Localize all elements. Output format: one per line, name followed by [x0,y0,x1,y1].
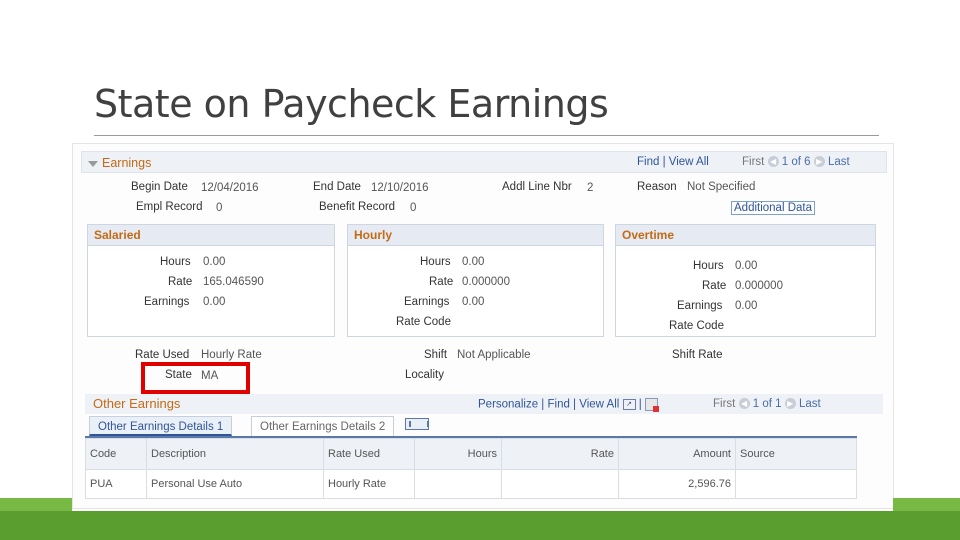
overtime-earnings-value: 0.00 [735,300,758,312]
hourly-rate-value: 0.000000 [462,276,510,288]
footer-bar [0,511,960,540]
salaried-hours-value: 0.00 [203,256,226,268]
hourly-rate-label: Rate [429,276,454,288]
additional-data-button[interactable]: Additional Data [731,201,815,215]
first-link[interactable]: First [742,156,764,168]
next-icon[interactable]: ▶ [813,156,825,168]
empl-record-value: 0 [216,202,223,214]
show-all-columns-icon[interactable] [405,418,429,430]
other-earnings-grid: Code Description Rate Used Hours Rate Am… [85,438,857,499]
overtime-hours-label: Hours [693,260,724,272]
overtime-rate-code-label: Rate Code [669,320,724,332]
begin-date-label: Begin Date [131,181,188,193]
hourly-earnings-label: Earnings [404,296,450,308]
zoom-icon[interactable]: ↗ [622,399,636,410]
cell-code[interactable]: PUA [85,469,147,499]
other-earnings-header: Other Earnings [93,396,181,411]
screenshot-panel: Earnings Find | View All First ◀ 1 of 6 … [72,143,894,509]
oe-previous-icon[interactable]: ◀ [738,398,750,410]
salaried-rate-value: 165.046590 [203,276,264,288]
salaried-rate-label: Rate [168,276,193,288]
overtime-rate-value: 0.000000 [735,280,783,292]
salaried-hours-label: Hours [160,256,191,268]
oe-row-counter: 1 of 1 [752,398,782,410]
shift-rate-label: Shift Rate [672,349,723,361]
salaried-group: Salaried Hours 0.00 Rate 165.046590 Earn… [87,224,335,337]
hourly-hours-label: Hours [420,256,451,268]
salaried-earnings-label: Earnings [144,296,190,308]
oe-first-link[interactable]: First [713,398,735,410]
cell-amount: 2,596.76 [618,469,736,499]
oe-last-link[interactable]: Last [799,398,821,410]
title-rule [94,135,879,136]
col-amount[interactable]: Amount [618,438,736,470]
overtime-earnings-label: Earnings [677,300,723,312]
row-counter: 1 of 6 [781,156,811,168]
earnings-header: Earnings [102,156,152,170]
other-earnings-header-bar: Other Earnings Personalize | Find | View… [85,394,883,414]
hourly-group: Hourly Hours 0.00 Rate 0.000000 Earnings… [347,224,604,337]
rate-used-value: Hourly Rate [201,349,262,361]
reason-value: Not Specified [687,181,756,193]
begin-date-value: 12/04/2016 [201,182,259,194]
col-hours[interactable]: Hours [414,438,502,470]
download-icon[interactable] [644,398,659,412]
footer-accent-left [0,498,72,511]
table-row: PUA Personal Use Auto Hourly Rate 2,596.… [85,469,857,499]
salaried-header: Salaried [88,225,334,246]
addl-line-label: Addl Line Nbr [502,181,572,193]
col-rate[interactable]: Rate [501,438,619,470]
overtime-group: Overtime Hours 0.00 Rate 0.000000 Earnin… [615,224,876,337]
reason-label: Reason [637,181,677,193]
salaried-earnings-value: 0.00 [203,296,226,308]
state-highlight-box [141,362,250,394]
oe-next-icon[interactable]: ▶ [784,398,796,410]
cell-hours [414,469,502,499]
hourly-earnings-value: 0.00 [462,296,485,308]
overtime-rate-label: Rate [702,280,727,292]
shift-value: Not Applicable [457,349,531,361]
hourly-hours-value: 0.00 [462,256,485,268]
oe-find-link[interactable]: Find [547,399,569,411]
shift-label: Shift [424,349,448,361]
hourly-rate-code-label: Rate Code [396,316,451,328]
cell-rate-used: Hourly Rate [323,469,415,499]
find-link[interactable]: Find [637,156,659,168]
tab-other-earnings-details-2[interactable]: Other Earnings Details 2 [251,416,395,436]
footer-accent-right [893,498,960,511]
overtime-hours-value: 0.00 [735,260,758,272]
empl-record-label: Empl Record [136,201,203,213]
earnings-header-bar: Earnings Find | View All First ◀ 1 of 6 … [81,151,887,173]
cell-description: Personal Use Auto [146,469,324,499]
collapse-triangle-icon[interactable] [88,160,98,167]
previous-icon[interactable]: ◀ [767,156,779,168]
locality-label: Locality [405,369,444,381]
oe-view-all-link[interactable]: View All [579,399,619,411]
col-description[interactable]: Description [146,438,324,470]
slide-title: State on Paycheck Earnings [94,82,609,126]
end-date-label: End Date [313,181,361,193]
rate-used-label: Rate Used [135,349,190,361]
cell-source [735,469,857,499]
benefit-record-label: Benefit Record [319,201,396,213]
col-code[interactable]: Code [85,438,147,470]
last-link[interactable]: Last [828,156,850,168]
personalize-link[interactable]: Personalize [478,399,538,411]
col-rate-used[interactable]: Rate Used [323,438,415,470]
overtime-header: Overtime [616,225,875,246]
tab-other-earnings-details-1[interactable]: Other Earnings Details 1 [89,416,233,436]
view-all-link[interactable]: View All [669,156,709,168]
hourly-header: Hourly [348,225,603,246]
col-source[interactable]: Source [735,438,857,470]
benefit-record-value: 0 [410,202,417,214]
cell-rate [501,469,619,499]
end-date-value: 12/10/2016 [371,182,429,194]
addl-line-value: 2 [587,182,594,194]
